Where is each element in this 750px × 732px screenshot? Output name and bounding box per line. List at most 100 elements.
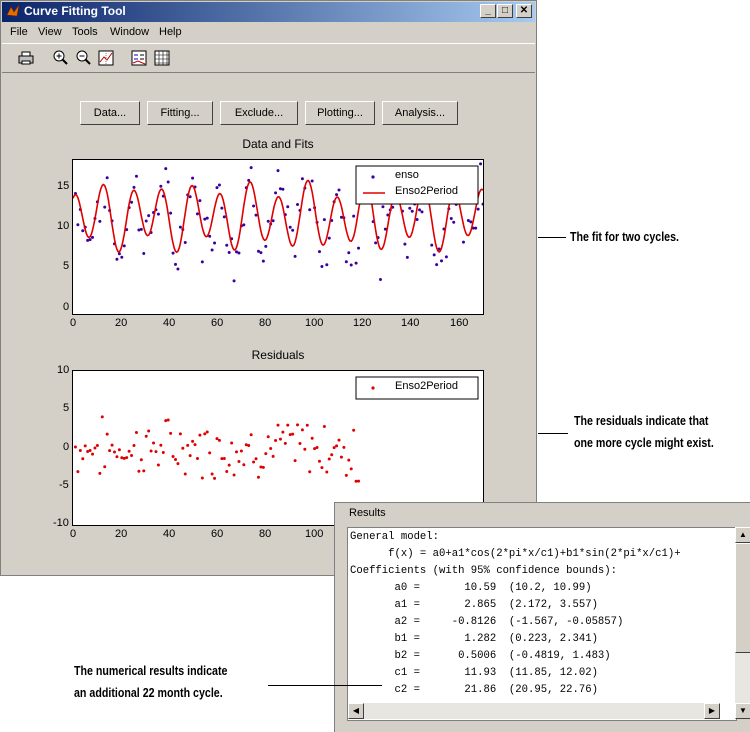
data-point bbox=[259, 251, 263, 255]
p2-ytick: 10 bbox=[57, 364, 70, 376]
residual-point bbox=[310, 436, 314, 440]
v-scrollbar[interactable]: ▲ ▼ bbox=[735, 527, 750, 719]
residual-point bbox=[195, 457, 199, 461]
data-point bbox=[169, 211, 173, 215]
data-point bbox=[474, 226, 478, 230]
residual-point bbox=[325, 470, 329, 474]
results-line: b1 = 1.282 (0.223, 2.341) bbox=[350, 633, 598, 645]
residual-point bbox=[300, 428, 304, 432]
scroll-left-button[interactable]: ◀ bbox=[348, 703, 364, 719]
data-point bbox=[132, 185, 136, 189]
residual-point bbox=[171, 454, 175, 458]
print-icon[interactable] bbox=[17, 49, 35, 67]
residual-point bbox=[81, 457, 85, 461]
residual-point bbox=[222, 456, 226, 460]
residual-point bbox=[100, 415, 104, 419]
data-point bbox=[147, 214, 151, 218]
v-scroll-thumb[interactable] bbox=[735, 543, 750, 653]
data-point bbox=[222, 215, 226, 219]
maximize-button[interactable]: □ bbox=[497, 4, 513, 18]
residual-point bbox=[337, 438, 341, 442]
window-title: Curve Fitting Tool bbox=[24, 4, 126, 18]
data-point bbox=[217, 183, 221, 187]
residual-point bbox=[256, 475, 260, 479]
residual-point bbox=[178, 432, 182, 436]
data-fits-plot[interactable]: enso Enso2Period bbox=[72, 159, 484, 315]
data-point bbox=[105, 176, 109, 180]
residual-point bbox=[198, 433, 202, 437]
results-label: Results bbox=[349, 507, 386, 519]
callout-line-resid bbox=[538, 433, 568, 434]
residual-point bbox=[276, 423, 280, 427]
exclude-button[interactable]: Exclude... bbox=[220, 101, 298, 125]
data-button[interactable]: Data... bbox=[80, 101, 140, 125]
data-point bbox=[320, 264, 324, 268]
p1-xtick: 120 bbox=[353, 317, 372, 329]
results-line: General model: bbox=[350, 531, 440, 543]
close-button[interactable]: ✕ bbox=[516, 4, 532, 18]
data-point bbox=[481, 202, 483, 206]
menu-view[interactable]: View bbox=[38, 26, 62, 38]
data-cursor-icon[interactable] bbox=[97, 49, 115, 67]
menu-file[interactable]: File bbox=[10, 26, 28, 38]
data-point bbox=[81, 229, 85, 233]
menu-help[interactable]: Help bbox=[159, 26, 182, 38]
grid-icon[interactable] bbox=[153, 49, 171, 67]
residual-point bbox=[271, 454, 275, 458]
minimize-button[interactable]: _ bbox=[480, 4, 496, 18]
residual-point bbox=[266, 435, 270, 439]
residual-point bbox=[303, 447, 307, 451]
legend-resid: Enso2Period bbox=[395, 380, 458, 392]
residual-point bbox=[242, 463, 246, 467]
residual-point bbox=[286, 423, 290, 427]
p1-xtick: 140 bbox=[401, 317, 420, 329]
results-text[interactable]: General model: f(x) = a0+a1*cos(2*pi*x/c… bbox=[347, 527, 737, 721]
residual-point bbox=[232, 473, 236, 477]
residual-point bbox=[342, 445, 346, 449]
p1-ytick: 0 bbox=[63, 301, 70, 313]
residual-point bbox=[291, 432, 295, 436]
zoom-in-icon[interactable] bbox=[51, 49, 69, 67]
residual-point bbox=[188, 454, 192, 458]
residual-point bbox=[105, 432, 109, 436]
title-bar[interactable]: Curve Fitting Tool _ □ ✕ bbox=[2, 2, 535, 22]
residual-point bbox=[283, 441, 287, 445]
toolbar bbox=[2, 43, 535, 73]
residual-point bbox=[252, 460, 256, 464]
residual-point bbox=[347, 458, 351, 462]
scroll-down-button[interactable]: ▼ bbox=[735, 703, 750, 719]
plotting-button[interactable]: Plotting... bbox=[305, 101, 375, 125]
plot-title-residuals: Residuals bbox=[251, 348, 305, 362]
data-point bbox=[91, 235, 95, 239]
data-point bbox=[449, 216, 453, 220]
residual-point bbox=[161, 450, 165, 454]
scroll-up-button[interactable]: ▲ bbox=[735, 527, 750, 543]
data-point bbox=[374, 241, 378, 245]
menu-window[interactable]: Window bbox=[110, 26, 149, 38]
callout-line-fit bbox=[538, 237, 566, 238]
zoom-out-icon[interactable] bbox=[74, 49, 92, 67]
scroll-right-button[interactable]: ▶ bbox=[704, 703, 720, 719]
results-line: a2 = -0.8126 (-1.567, -0.05857) bbox=[350, 616, 624, 628]
results-line: a1 = 2.865 (2.172, 3.557) bbox=[350, 599, 598, 611]
results-line: c1 = 11.93 (11.85, 12.02) bbox=[350, 667, 598, 679]
data-point bbox=[88, 238, 92, 242]
p2-xtick: 20 bbox=[115, 528, 128, 540]
residual-point bbox=[112, 450, 116, 454]
analysis-button[interactable]: Analysis... bbox=[382, 101, 458, 125]
data-point bbox=[432, 253, 436, 257]
menu-tools[interactable]: Tools bbox=[72, 26, 98, 38]
callout-resid-1: The residuals indicate that bbox=[574, 413, 709, 428]
p1-ytick: 5 bbox=[63, 260, 70, 272]
fitting-button[interactable]: Fitting... bbox=[147, 101, 213, 125]
data-point bbox=[183, 240, 187, 244]
residual-point bbox=[169, 431, 173, 435]
residual-point bbox=[154, 450, 158, 454]
callout-line-num bbox=[268, 685, 382, 686]
h-scroll-track[interactable] bbox=[348, 703, 720, 719]
p1-xtick: 80 bbox=[259, 317, 272, 329]
residual-point bbox=[230, 441, 234, 445]
results-line: a0 = 10.59 (10.2, 10.99) bbox=[350, 582, 592, 594]
data-point bbox=[281, 187, 285, 191]
legend-icon[interactable] bbox=[130, 49, 148, 67]
